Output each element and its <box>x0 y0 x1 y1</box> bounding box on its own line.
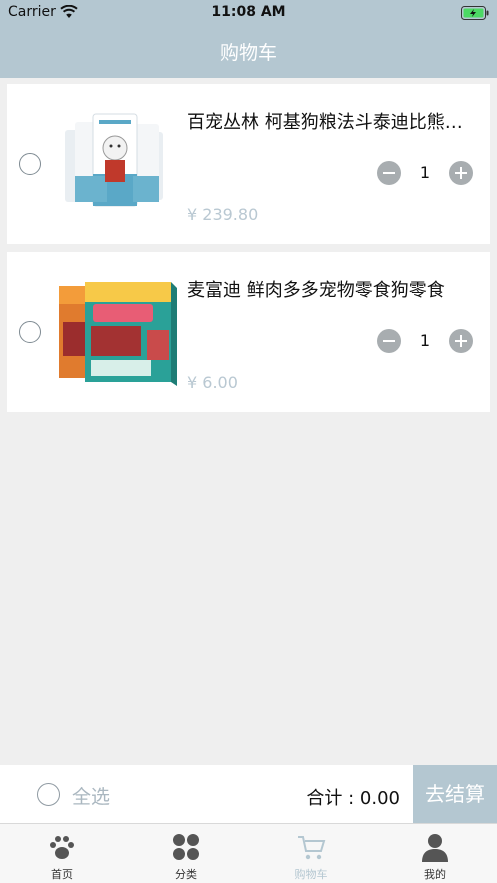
decrease-quantity-button[interactable] <box>377 329 401 353</box>
tab-cart[interactable]: 购物车 <box>249 824 373 883</box>
product-price: ¥ 239.80 <box>187 205 259 224</box>
tab-label: 购物车 <box>294 868 328 881</box>
tab-mine[interactable]: 我的 <box>373 824 497 883</box>
tab-label: 首页 <box>51 868 73 881</box>
tab-home[interactable]: 首页 <box>0 824 124 883</box>
cart-item: 麦富迪 鲜肉多多宠物零食狗零食 1 ¥ 6.00 <box>7 252 490 412</box>
item-select-radio[interactable] <box>19 153 41 175</box>
product-image[interactable] <box>51 104 177 224</box>
clock: 11:08 AM <box>211 4 286 20</box>
tab-bar: 首页 分类 购物车 我的 <box>0 823 497 883</box>
tab-category[interactable]: 分类 <box>124 824 248 883</box>
quantity-value: 1 <box>419 331 431 350</box>
select-all-label[interactable]: 全选 <box>72 782 110 809</box>
tab-label: 分类 <box>175 868 197 881</box>
quantity-value: 1 <box>419 163 431 182</box>
status-bar: Carrier 11:08 AM <box>0 0 497 26</box>
paw-icon <box>47 832 77 862</box>
increase-quantity-button[interactable] <box>449 329 473 353</box>
cart-icon <box>296 832 326 862</box>
product-price: ¥ 6.00 <box>187 373 238 392</box>
category-grid-icon <box>171 832 201 862</box>
item-select-radio[interactable] <box>19 321 41 343</box>
battery-icon <box>461 5 489 24</box>
cart-item: 百宠丛林 柯基狗粮法斗泰迪比熊博美雪纳瑞小型犬幼犬成犬通用狗粮 1 ¥ 239.… <box>7 84 490 244</box>
product-name[interactable]: 百宠丛林 柯基狗粮法斗泰迪比熊博美雪纳瑞小型犬幼犬成犬通用狗粮 <box>187 108 472 134</box>
product-image[interactable] <box>51 274 177 394</box>
user-icon <box>420 832 450 862</box>
select-all-radio[interactable] <box>37 783 60 806</box>
decrease-quantity-button[interactable] <box>377 161 401 185</box>
checkout-button[interactable]: 去结算 <box>413 765 497 823</box>
page-title: 购物车 <box>219 42 277 64</box>
product-name[interactable]: 麦富迪 鲜肉多多宠物零食狗零食 <box>187 276 472 302</box>
increase-quantity-button[interactable] <box>449 161 473 185</box>
checkout-bar: 全选 合计 : 0.00 去结算 <box>0 765 497 823</box>
tab-label: 我的 <box>424 868 446 881</box>
nav-bar: 购物车 <box>0 26 497 78</box>
total-amount: 合计 : 0.00 <box>306 788 400 809</box>
